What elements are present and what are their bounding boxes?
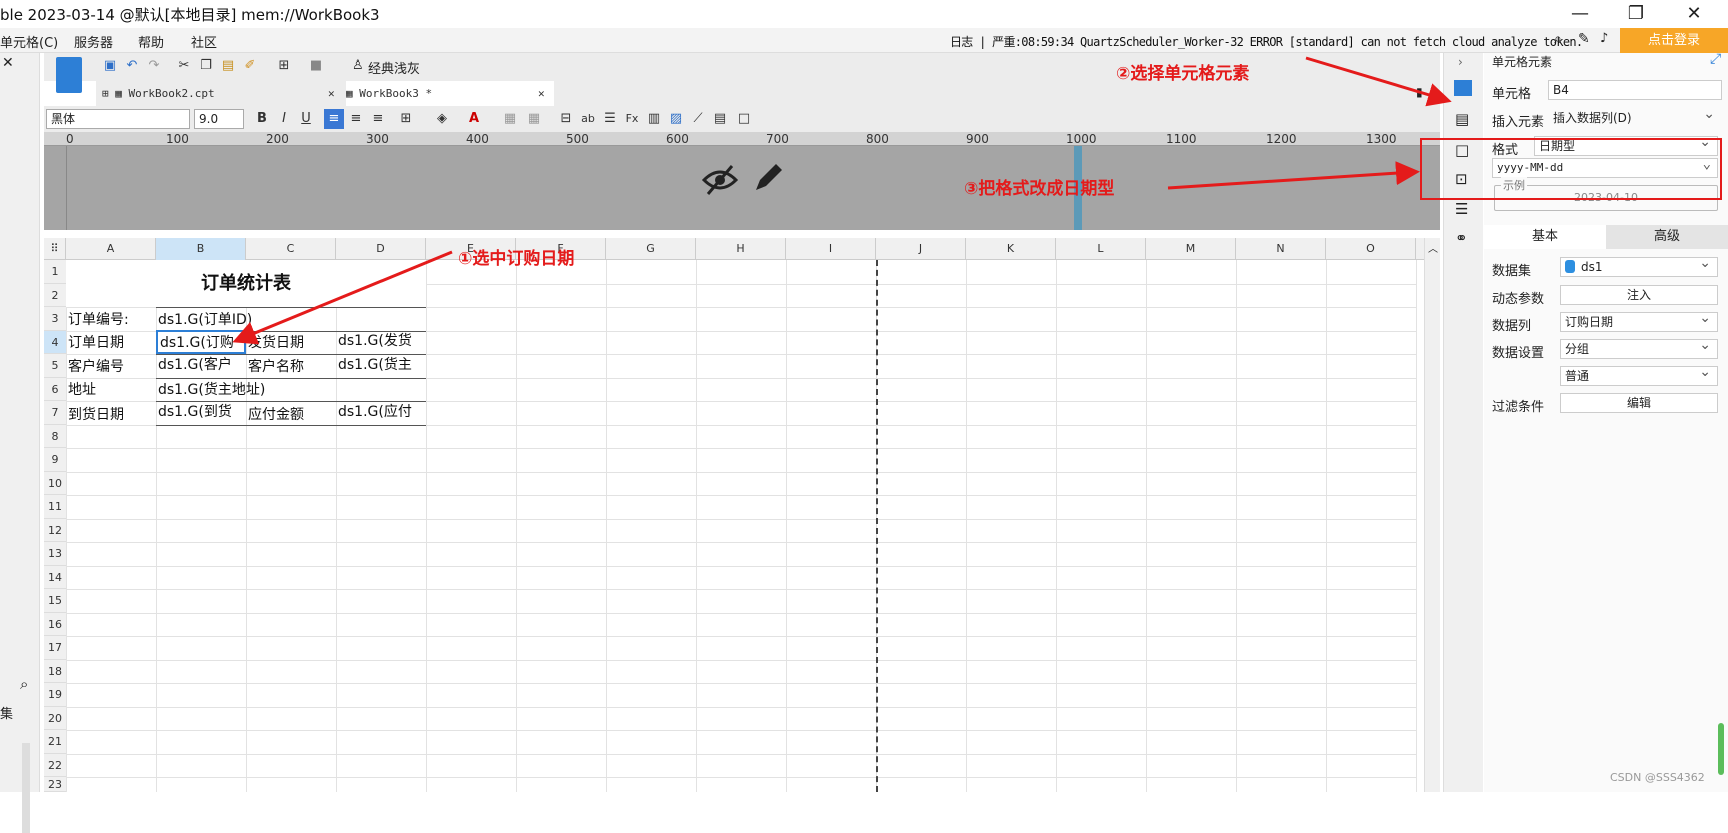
annotation-arrows xyxy=(232,56,1452,345)
annotation-step1: ①选中订购日期 xyxy=(458,249,575,269)
annotation-step3: ③把格式改成日期型 xyxy=(964,179,1115,199)
annotation-step2: ②选择单元格元素 xyxy=(1116,64,1250,84)
